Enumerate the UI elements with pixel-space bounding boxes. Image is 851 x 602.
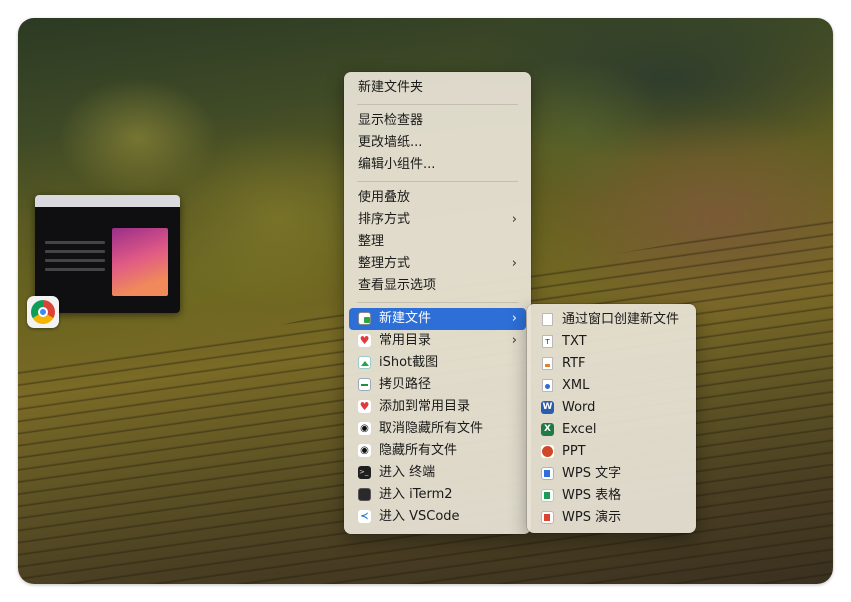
terminal-icon: >_ bbox=[358, 466, 371, 479]
menu-item-label: 整理方式 bbox=[358, 256, 411, 271]
copy-path-icon bbox=[358, 378, 371, 391]
txt-icon: T bbox=[542, 335, 553, 348]
xml-icon bbox=[542, 379, 553, 392]
menu-item-label: 拷贝路径 bbox=[379, 377, 432, 392]
submenu-item-label: TXT bbox=[562, 334, 587, 349]
menu-separator bbox=[357, 181, 518, 182]
chrome-app-icon[interactable] bbox=[27, 296, 59, 328]
menu-item-ishot-screenshot[interactable]: iShot截图 bbox=[349, 352, 526, 374]
menu-item-label: 进入 终端 bbox=[379, 465, 436, 480]
submenu-item-label: Excel bbox=[562, 422, 597, 437]
chevron-right-icon: › bbox=[511, 333, 517, 348]
thumbnail-content bbox=[45, 235, 105, 277]
heart-icon: ♥ bbox=[358, 400, 371, 413]
chevron-right-icon: › bbox=[511, 212, 517, 227]
menu-item-open-iterm2[interactable]: 进入 iTerm2 bbox=[349, 484, 526, 506]
submenu-item-label: WPS 演示 bbox=[562, 510, 622, 525]
chevron-right-icon: › bbox=[511, 311, 517, 326]
menu-item-new-folder[interactable]: 新建文件夹 bbox=[349, 77, 526, 99]
submenu-item-label: WPS 文字 bbox=[562, 466, 622, 481]
chrome-logo-core bbox=[38, 307, 48, 317]
menu-item-hide-all-files[interactable]: ◉ 隐藏所有文件 bbox=[349, 440, 526, 462]
submenu-item-excel[interactable]: X Excel bbox=[532, 419, 691, 441]
menu-item-label: 进入 iTerm2 bbox=[379, 487, 453, 502]
menu-separator bbox=[357, 302, 518, 303]
menu-item-unhide-all-files[interactable]: ◉ 取消隐藏所有文件 bbox=[349, 418, 526, 440]
menu-item-label: 隐藏所有文件 bbox=[379, 443, 458, 458]
menu-item-label: 查看显示选项 bbox=[358, 278, 437, 293]
menu-item-favorite-folders[interactable]: ♥ 常用目录 › bbox=[349, 330, 526, 352]
new-file-submenu: 通过窗口创建新文件 T TXT RTF XML W Word X Excel PPT … bbox=[527, 304, 696, 533]
menu-item-new-file[interactable]: 新建文件 › bbox=[349, 308, 526, 330]
menu-item-label: 新建文件夹 bbox=[358, 80, 424, 95]
menu-item-use-stacks[interactable]: 使用叠放 bbox=[349, 187, 526, 209]
submenu-item-wps-writer[interactable]: WPS 文字 bbox=[532, 463, 691, 485]
menu-separator bbox=[357, 104, 518, 105]
submenu-item-word[interactable]: W Word bbox=[532, 397, 691, 419]
menu-item-copy-path[interactable]: 拷贝路径 bbox=[349, 374, 526, 396]
menu-item-label: 显示检查器 bbox=[358, 113, 424, 128]
window-thumbnail[interactable] bbox=[35, 195, 180, 313]
word-icon: W bbox=[541, 401, 554, 414]
menu-item-open-terminal[interactable]: >_ 进入 终端 bbox=[349, 462, 526, 484]
submenu-item-xml[interactable]: XML bbox=[532, 375, 691, 397]
menu-item-change-wallpaper[interactable]: 更改墙纸... bbox=[349, 132, 526, 154]
submenu-item-create-via-window[interactable]: 通过窗口创建新文件 bbox=[532, 309, 691, 331]
menu-item-label: 排序方式 bbox=[358, 212, 411, 227]
menu-item-show-view-options[interactable]: 查看显示选项 bbox=[349, 275, 526, 297]
submenu-item-label: XML bbox=[562, 378, 590, 393]
chevron-right-icon: › bbox=[511, 256, 517, 271]
menu-item-label: 更改墙纸... bbox=[358, 135, 423, 150]
menu-item-label: 进入 VSCode bbox=[379, 509, 460, 524]
heart-icon: ♥ bbox=[358, 334, 371, 347]
menu-item-show-inspector[interactable]: 显示检查器 bbox=[349, 110, 526, 132]
menu-item-sort-by[interactable]: 排序方式 › bbox=[349, 209, 526, 231]
submenu-item-label: PPT bbox=[562, 444, 586, 459]
submenu-item-txt[interactable]: T TXT bbox=[532, 331, 691, 353]
document-icon bbox=[542, 313, 553, 326]
submenu-item-label: RTF bbox=[562, 356, 586, 371]
submenu-item-label: Word bbox=[562, 400, 596, 415]
menu-item-edit-widgets[interactable]: 编辑小组件... bbox=[349, 154, 526, 176]
submenu-item-label: 通过窗口创建新文件 bbox=[562, 312, 680, 327]
submenu-item-wps-spreadsheet[interactable]: WPS 表格 bbox=[532, 485, 691, 507]
eye-icon: ◉ bbox=[358, 444, 371, 457]
menu-item-label: 使用叠放 bbox=[358, 190, 411, 205]
menu-item-label: 常用目录 bbox=[379, 333, 432, 348]
excel-icon: X bbox=[541, 423, 554, 436]
submenu-item-rtf[interactable]: RTF bbox=[532, 353, 691, 375]
rtf-icon bbox=[542, 357, 553, 370]
submenu-item-label: WPS 表格 bbox=[562, 488, 622, 503]
submenu-item-ppt[interactable]: PPT bbox=[532, 441, 691, 463]
menu-item-clean-up-by[interactable]: 整理方式 › bbox=[349, 253, 526, 275]
menu-item-label: 编辑小组件... bbox=[358, 157, 436, 172]
menu-item-label: 新建文件 bbox=[379, 311, 432, 326]
menu-item-label: 添加到常用目录 bbox=[379, 399, 471, 414]
eye-icon: ◉ bbox=[358, 422, 371, 435]
thumbnail-preview-image bbox=[112, 228, 168, 296]
menu-item-add-to-favorites[interactable]: ♥ 添加到常用目录 bbox=[349, 396, 526, 418]
menu-item-label: 取消隐藏所有文件 bbox=[379, 421, 484, 436]
iterm-icon bbox=[358, 488, 371, 501]
thumbnail-title-bar bbox=[35, 195, 180, 207]
menu-item-open-vscode[interactable]: ≺ 进入 VSCode bbox=[349, 506, 526, 528]
new-file-icon bbox=[358, 312, 371, 325]
ppt-icon bbox=[541, 445, 554, 458]
wps-spreadsheet-icon bbox=[541, 489, 554, 502]
menu-item-label: iShot截图 bbox=[379, 355, 439, 370]
wps-writer-icon bbox=[541, 467, 554, 480]
wps-presentation-icon bbox=[541, 511, 554, 524]
desktop-context-menu: 新建文件夹 显示检查器 更改墙纸... 编辑小组件... 使用叠放 排序方式 › … bbox=[344, 72, 531, 534]
menu-item-label: 整理 bbox=[358, 234, 385, 249]
vscode-icon: ≺ bbox=[358, 510, 371, 523]
menu-item-clean-up[interactable]: 整理 bbox=[349, 231, 526, 253]
submenu-item-wps-presentation[interactable]: WPS 演示 bbox=[532, 507, 691, 529]
image-icon bbox=[358, 356, 371, 369]
